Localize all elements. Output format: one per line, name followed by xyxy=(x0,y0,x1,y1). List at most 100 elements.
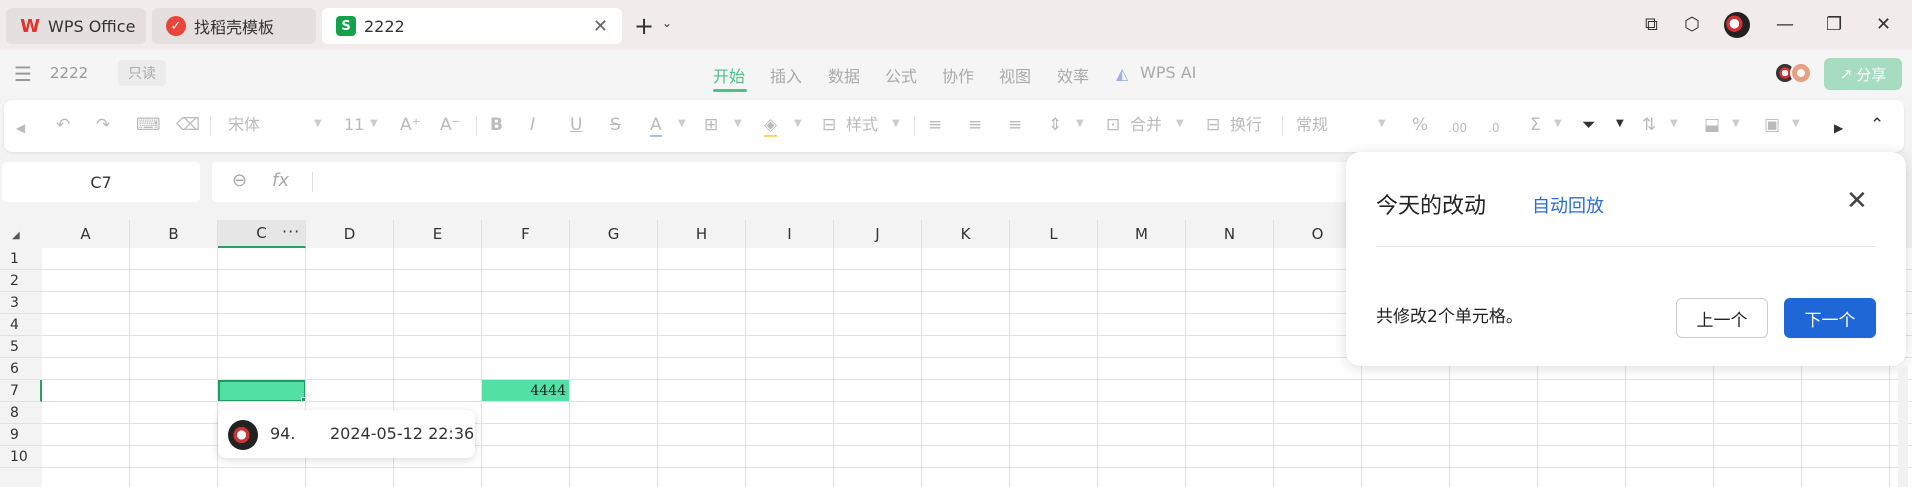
fill-icon[interactable]: ⬓ xyxy=(1704,115,1720,135)
row-header-3[interactable]: 3 xyxy=(0,292,42,314)
column-header-g[interactable]: G xyxy=(570,220,658,248)
chevron-down-icon[interactable]: ▼ xyxy=(1378,118,1386,129)
chevron-down-icon[interactable]: ▼ xyxy=(1554,118,1562,129)
filter-icon[interactable]: ⏷ xyxy=(1582,115,1596,135)
undo-icon[interactable]: ↶ xyxy=(56,115,70,135)
row-header-1[interactable]: 1 xyxy=(0,248,42,270)
row-header-8[interactable]: 8 xyxy=(0,402,42,424)
borders-icon[interactable]: ⊞ xyxy=(704,115,718,135)
user-avatar[interactable] xyxy=(1724,12,1750,38)
redo-icon[interactable]: ↷ xyxy=(96,115,110,135)
chevron-down-icon[interactable]: ▼ xyxy=(1176,118,1184,129)
minimize-icon[interactable]: — xyxy=(1776,14,1794,35)
column-header-e[interactable]: E xyxy=(394,220,482,248)
percent-icon[interactable]: % xyxy=(1412,115,1428,135)
italic-icon[interactable]: I xyxy=(530,115,535,135)
font-family-select[interactable]: 宋体 xyxy=(228,115,260,135)
tab-wps-office[interactable]: W WPS Office xyxy=(6,8,146,44)
tab-docer-templates[interactable]: ✓ 找稻壳模板 xyxy=(152,8,316,44)
wrap-icon[interactable]: ⊟ xyxy=(1206,115,1220,135)
new-tab-button[interactable]: + xyxy=(634,12,654,40)
column-more-icon[interactable]: ··· xyxy=(282,222,300,241)
menu-insert[interactable]: 插入 xyxy=(770,63,802,87)
increase-font-icon[interactable]: A⁺ xyxy=(400,115,421,135)
select-all-corner[interactable]: ◢ xyxy=(0,220,42,248)
eraser-icon[interactable]: ⌫ xyxy=(176,115,200,135)
chevron-down-icon[interactable]: ▼ xyxy=(1670,118,1678,129)
chevron-down-icon[interactable]: ▼ xyxy=(734,118,742,129)
image-icon[interactable]: ▣ xyxy=(1764,115,1780,135)
column-header-m[interactable]: M xyxy=(1098,220,1186,248)
underline-icon[interactable]: U xyxy=(570,115,582,135)
column-header-j[interactable]: J xyxy=(834,220,922,248)
row-header-4[interactable]: 4 xyxy=(0,314,42,336)
format-painter-icon[interactable]: ⌨ xyxy=(136,115,161,135)
row-header-7[interactable]: 7 xyxy=(0,380,42,402)
cell-f7[interactable]: 4444 xyxy=(482,380,570,402)
cell-style-button[interactable]: 样式 xyxy=(846,115,878,135)
hamburger-menu-icon[interactable]: ☰ xyxy=(14,62,32,86)
chevron-down-icon[interactable]: ▼ xyxy=(1792,118,1800,129)
close-window-icon[interactable]: ✕ xyxy=(1876,14,1891,35)
window-restore-icon[interactable]: ⧉ xyxy=(1645,14,1658,35)
align-center-icon[interactable]: ≡ xyxy=(968,115,982,135)
scroll-right-icon[interactable]: ▶ xyxy=(1834,118,1843,138)
zoom-icon[interactable]: ⊖ xyxy=(232,170,247,191)
bold-icon[interactable]: B xyxy=(490,115,503,135)
menu-collaborate[interactable]: 协作 xyxy=(942,63,974,87)
column-header-a[interactable]: A xyxy=(42,220,130,248)
chevron-down-icon[interactable]: ⌄ xyxy=(662,16,672,30)
decrease-decimal-icon[interactable]: .0 xyxy=(1488,118,1499,138)
next-change-button[interactable]: 下一个 xyxy=(1784,298,1876,338)
collapse-toolbar-icon[interactable]: ⌃ xyxy=(1870,115,1884,135)
decrease-font-icon[interactable]: A⁻ xyxy=(440,115,461,135)
font-size-select[interactable]: 11 xyxy=(344,115,364,135)
cube-icon[interactable]: ⬡ xyxy=(1684,14,1700,35)
chevron-down-icon[interactable]: ▼ xyxy=(678,118,686,129)
share-button[interactable]: ↗ 分享 xyxy=(1824,58,1902,90)
name-box[interactable]: C7 xyxy=(2,162,200,202)
column-header-b[interactable]: B xyxy=(130,220,218,248)
maximize-icon[interactable]: ❐ xyxy=(1826,14,1842,35)
align-left-icon[interactable]: ≡ xyxy=(928,115,942,135)
selected-cell-c7[interactable] xyxy=(218,380,306,402)
previous-change-button[interactable]: 上一个 xyxy=(1676,298,1768,338)
column-header-l[interactable]: L xyxy=(1010,220,1098,248)
chevron-down-icon[interactable]: ▼ xyxy=(1732,118,1740,129)
chevron-down-icon[interactable]: ▼ xyxy=(1076,118,1084,129)
column-header-h[interactable]: H xyxy=(658,220,746,248)
fx-icon[interactable]: fx xyxy=(272,170,289,191)
tab-document-2222[interactable]: S 2222 ✕ xyxy=(322,8,622,44)
align-right-icon[interactable]: ≡ xyxy=(1008,115,1022,135)
cell-style-icon[interactable]: ⊟ xyxy=(822,115,836,135)
menu-efficiency[interactable]: 效率 xyxy=(1057,63,1089,87)
row-header-9[interactable]: 9 xyxy=(0,424,42,446)
wrap-text-button[interactable]: 换行 xyxy=(1230,115,1262,135)
column-header-f[interactable]: F xyxy=(482,220,570,248)
menu-formula[interactable]: 公式 xyxy=(885,63,917,87)
vertical-scrollbar[interactable] xyxy=(1898,366,1908,487)
row-header-5[interactable]: 5 xyxy=(0,336,42,358)
menu-wps-ai[interactable]: WPS AI xyxy=(1140,63,1196,82)
vertical-align-icon[interactable]: ⇕ xyxy=(1048,115,1062,135)
fill-handle[interactable] xyxy=(301,397,307,403)
close-tab-icon[interactable]: ✕ xyxy=(593,16,608,37)
scroll-left-icon[interactable]: ◀ xyxy=(16,118,25,138)
column-header-d[interactable]: D xyxy=(306,220,394,248)
chevron-down-icon[interactable]: ▼ xyxy=(892,118,900,129)
column-header-i[interactable]: I xyxy=(746,220,834,248)
row-header-2[interactable]: 2 xyxy=(0,270,42,292)
chevron-down-icon[interactable]: ▼ xyxy=(314,118,322,129)
strikethrough-icon[interactable]: S xyxy=(610,115,621,135)
menu-view[interactable]: 视图 xyxy=(999,63,1031,87)
column-header-n[interactable]: N xyxy=(1186,220,1274,248)
fill-color-icon[interactable]: ◈ xyxy=(764,115,778,137)
close-icon[interactable]: ✕ xyxy=(1846,186,1868,216)
auto-replay-link[interactable]: 自动回放 xyxy=(1532,192,1604,218)
sum-icon[interactable]: Σ xyxy=(1530,115,1541,135)
menu-data[interactable]: 数据 xyxy=(828,63,860,87)
sort-icon[interactable]: ⇅ xyxy=(1642,115,1656,135)
chevron-down-icon[interactable]: ▼ xyxy=(794,118,802,129)
increase-decimal-icon[interactable]: .00 xyxy=(1448,118,1467,138)
row-header-6[interactable]: 6 xyxy=(0,358,42,380)
